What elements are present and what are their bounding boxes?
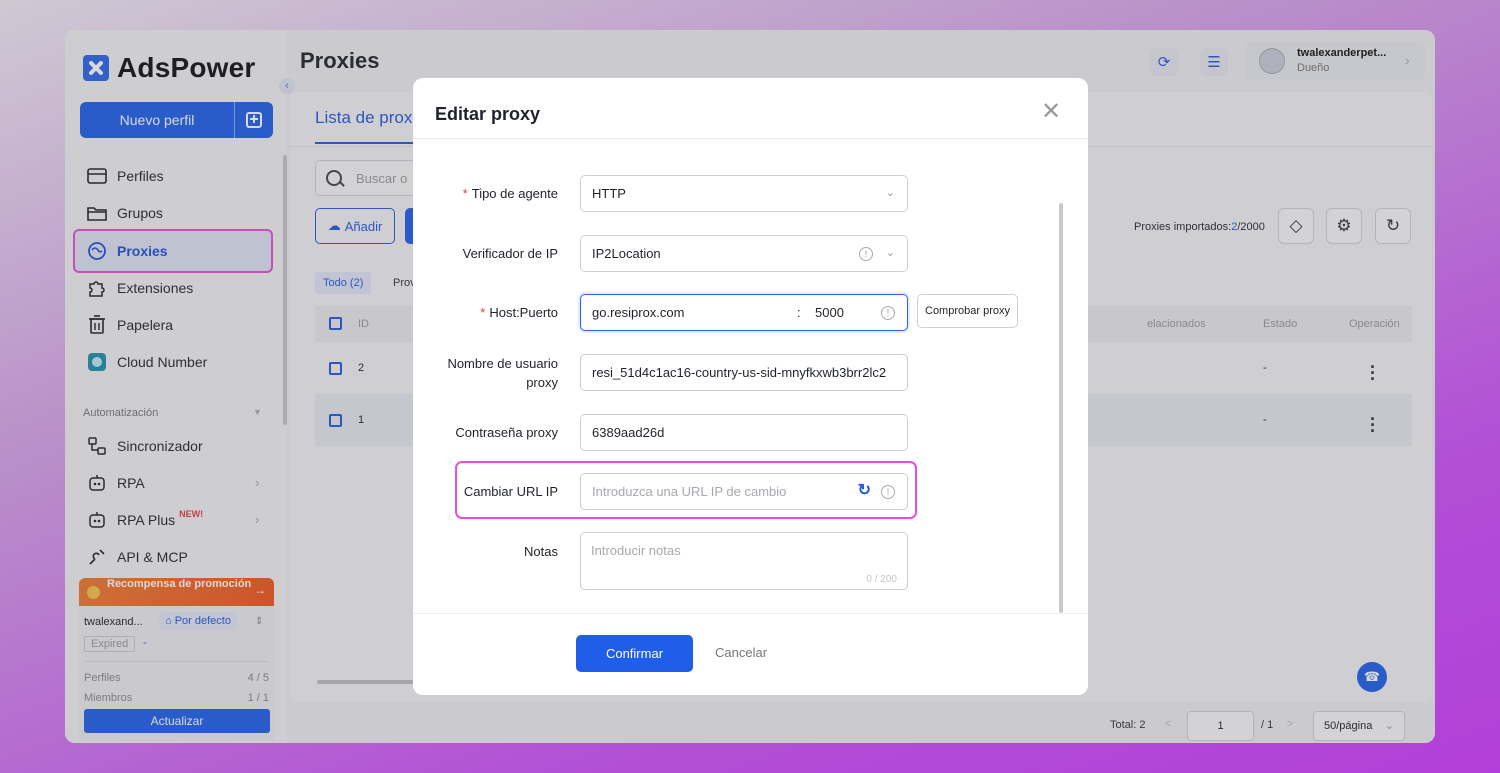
check-proxy-button[interactable]: Comprobar proxy [917,294,1018,328]
chevron-down-icon: ⌄ [885,187,895,199]
host-port-input[interactable]: go.resiprox.com : 5000 ! [580,294,908,331]
ip-checker-label: Verificador de IP [462,246,558,261]
port-separator: : [797,305,801,320]
port-value[interactable]: 5000 [815,295,844,330]
dialog-scrollbar[interactable] [1059,203,1063,613]
host-value[interactable]: go.resiprox.com [592,305,684,320]
info-icon[interactable]: ! [859,247,873,261]
ip-checker-select[interactable]: IP2Location ! ⌄ [580,235,908,272]
password-input[interactable]: 6389aad26d [580,414,908,451]
info-icon[interactable]: ! [881,485,895,499]
cancel-button[interactable]: Cancelar [715,645,767,660]
edit-proxy-dialog: Editar proxy ✕ * Tipo de agente HTTP ⌄ Ve… [413,78,1088,695]
refresh-icon[interactable]: ↻ [858,473,871,508]
change-url-label: Cambiar URL IP [463,484,558,499]
notes-textarea[interactable]: Introducir notas 0 / 200 [580,532,908,590]
username-label: Nombre de usuario proxy [447,356,558,390]
agent-type-select[interactable]: HTTP ⌄ [580,175,908,212]
notes-counter: 0 / 200 [866,574,897,585]
confirm-button[interactable]: Confirmar [576,635,693,672]
chevron-down-icon: ⌄ [885,247,895,259]
notes-label: Notas [524,544,558,559]
agent-type-label: * Tipo de agente [462,186,558,201]
close-icon[interactable]: ✕ [1041,100,1061,124]
password-label: Contraseña proxy [455,425,558,440]
host-port-label: * Host:Puerto [480,305,558,320]
info-icon[interactable]: ! [881,306,895,320]
change-url-input[interactable]: Introduzca una URL IP de cambio ↻ ! [580,473,908,510]
dialog-title: Editar proxy [435,104,541,124]
username-input[interactable]: resi_51d4c1ac16-country-us-sid-mnyfkxwb3… [580,354,908,391]
